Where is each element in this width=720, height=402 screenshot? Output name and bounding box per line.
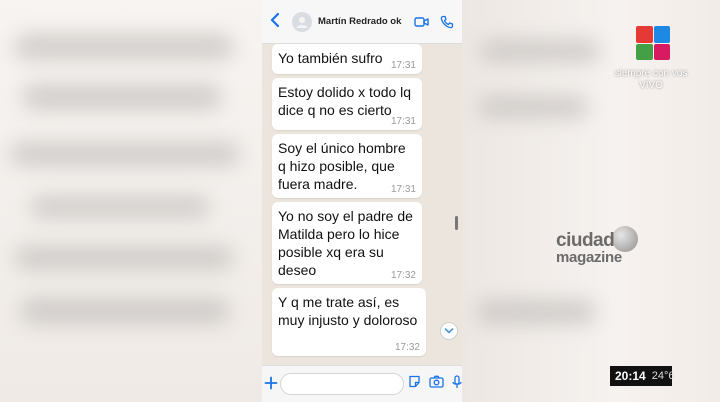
logo-square-blue bbox=[653, 26, 670, 43]
message-text: Soy el único hombre q hizo posible, que … bbox=[278, 140, 406, 192]
blurred-text-line bbox=[476, 300, 596, 324]
blurred-text-line bbox=[478, 96, 588, 118]
message-bubble[interactable]: Y q me trate así, es muy injusto y dolor… bbox=[272, 288, 426, 356]
scroll-down-icon[interactable] bbox=[440, 322, 458, 340]
message-bubble[interactable]: Estoy dolido x todo lq dice q no es cier… bbox=[272, 78, 422, 130]
plus-icon[interactable] bbox=[264, 373, 278, 396]
magazine-logo: ciudad magazine bbox=[556, 230, 640, 266]
logo-square-red bbox=[636, 26, 653, 43]
blurred-text-line bbox=[20, 298, 230, 324]
tagline-line2: VIVO bbox=[639, 80, 663, 91]
message-time: 17:31 bbox=[390, 60, 416, 71]
header-actions bbox=[414, 15, 454, 29]
channel-logo bbox=[636, 26, 670, 60]
message-composer bbox=[262, 365, 462, 402]
video-call-icon[interactable] bbox=[414, 15, 429, 29]
message-input[interactable] bbox=[280, 373, 404, 395]
broadcast-clock: 20:14 24°6 bbox=[610, 366, 675, 386]
phone-call-icon[interactable] bbox=[440, 15, 454, 29]
message-bubble[interactable]: Yo no soy el padre de Matilda pero lo hi… bbox=[272, 202, 422, 284]
sticker-icon[interactable] bbox=[408, 375, 421, 393]
message-text: Y q me trate así, es muy injusto y dolor… bbox=[278, 294, 418, 328]
message-text: Estoy dolido x todo lq dice q no es cier… bbox=[278, 84, 412, 118]
logo-square-green bbox=[636, 43, 653, 60]
chat-header: Martín Redrado ok bbox=[262, 0, 462, 44]
message-list[interactable]: Yo también sufro 17:31 Estoy dolido x to… bbox=[262, 44, 462, 366]
contact-name[interactable]: Martín Redrado ok bbox=[318, 16, 401, 27]
back-chevron-icon[interactable] bbox=[264, 11, 286, 32]
message-text: Yo también sufro bbox=[278, 50, 383, 66]
logo-square-magenta bbox=[653, 43, 670, 60]
tagline-line1: siempre con vos bbox=[614, 68, 688, 79]
blurred-text-line bbox=[14, 34, 234, 60]
clock-time: 20:14 bbox=[615, 369, 646, 383]
microphone-icon[interactable] bbox=[452, 374, 462, 394]
message-time: 17:31 bbox=[390, 184, 416, 195]
composer-actions bbox=[408, 374, 462, 394]
message-time: 17:31 bbox=[390, 116, 416, 127]
channel-tagline: siempre con vos VIVO bbox=[606, 68, 696, 92]
whatsapp-screen: Martín Redrado ok Yo también sufro 17:31… bbox=[262, 0, 462, 402]
blurred-text-line bbox=[14, 246, 234, 270]
blurred-text-line bbox=[10, 142, 240, 166]
magazine-logo-line2: magazine bbox=[556, 249, 622, 266]
magazine-logo-line1: ciudad bbox=[556, 230, 615, 251]
blurred-text-line bbox=[30, 196, 210, 218]
message-time: 17:32 bbox=[394, 342, 420, 353]
avatar[interactable] bbox=[292, 11, 312, 32]
message-bubble[interactable]: Yo también sufro 17:31 bbox=[272, 44, 422, 74]
temperature: 24°6 bbox=[651, 370, 675, 382]
scrollbar-thumb[interactable] bbox=[455, 216, 458, 230]
blurred-text-line bbox=[480, 40, 600, 62]
message-time: 17:32 bbox=[390, 270, 416, 281]
camera-icon[interactable] bbox=[429, 375, 444, 393]
message-bubble[interactable]: Soy el único hombre q hizo posible, que … bbox=[272, 134, 422, 198]
message-text: Yo no soy el padre de Matilda pero lo hi… bbox=[278, 208, 413, 278]
blurred-text-line bbox=[22, 84, 222, 110]
